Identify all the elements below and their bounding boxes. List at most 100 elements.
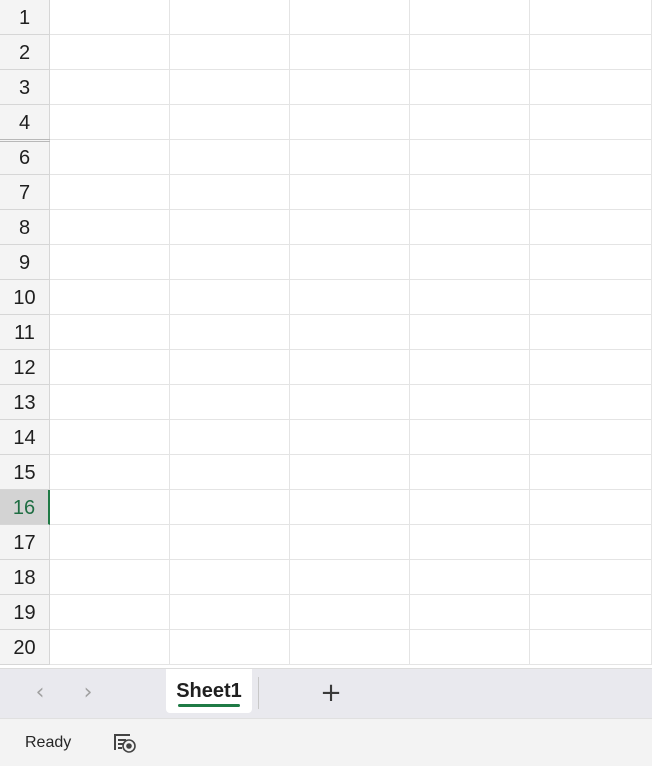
grid-cell[interactable]: [170, 350, 290, 385]
grid-cell[interactable]: [50, 105, 170, 140]
row-header[interactable]: 4: [0, 105, 50, 140]
grid-cell[interactable]: [530, 280, 652, 315]
grid-cell[interactable]: [290, 175, 410, 210]
grid-cell[interactable]: [290, 0, 410, 35]
grid-cell[interactable]: [290, 315, 410, 350]
row-header[interactable]: 1: [0, 0, 50, 35]
row-header[interactable]: 20: [0, 630, 50, 665]
row-header[interactable]: 6: [0, 140, 50, 175]
grid-cell[interactable]: [410, 175, 530, 210]
grid-cell[interactable]: [290, 385, 410, 420]
grid-cell[interactable]: [290, 525, 410, 560]
grid-cell[interactable]: [50, 630, 170, 665]
grid-cell[interactable]: [290, 210, 410, 245]
grid-cell[interactable]: [530, 630, 652, 665]
grid-cell[interactable]: [530, 490, 652, 525]
grid-cell[interactable]: [170, 595, 290, 630]
grid-cell[interactable]: [170, 560, 290, 595]
grid-cell[interactable]: [290, 490, 410, 525]
row-header[interactable]: 15: [0, 455, 50, 490]
grid-cell[interactable]: [170, 35, 290, 70]
grid-cell[interactable]: [530, 140, 652, 175]
grid-cell[interactable]: [290, 35, 410, 70]
grid-cell[interactable]: [290, 595, 410, 630]
accessibility-check-icon[interactable]: [113, 732, 137, 754]
grid-cell[interactable]: [170, 385, 290, 420]
sheet-tab-sheet1[interactable]: Sheet1: [166, 669, 252, 713]
grid-cell[interactable]: [50, 350, 170, 385]
grid-cell[interactable]: [170, 280, 290, 315]
row-header[interactable]: 18: [0, 560, 50, 595]
grid-cell[interactable]: [50, 280, 170, 315]
row-header[interactable]: 19: [0, 595, 50, 630]
row-header[interactable]: 14: [0, 420, 50, 455]
row-header[interactable]: 3: [0, 70, 50, 105]
grid-cell[interactable]: [530, 525, 652, 560]
grid-cell[interactable]: [170, 525, 290, 560]
grid-cell[interactable]: [410, 630, 530, 665]
grid-cell[interactable]: [410, 315, 530, 350]
grid-cell[interactable]: [50, 70, 170, 105]
grid-cell[interactable]: [410, 0, 530, 35]
grid-cell[interactable]: [170, 70, 290, 105]
grid-cell[interactable]: [410, 560, 530, 595]
grid-cell[interactable]: [290, 350, 410, 385]
grid-cell[interactable]: [290, 420, 410, 455]
row-header[interactable]: 16: [0, 490, 50, 525]
grid-cell[interactable]: [530, 70, 652, 105]
grid-cell[interactable]: [530, 0, 652, 35]
grid-cell[interactable]: [50, 315, 170, 350]
grid-cell[interactable]: [50, 175, 170, 210]
grid-cell[interactable]: [530, 455, 652, 490]
row-header[interactable]: 17: [0, 525, 50, 560]
grid-cell[interactable]: [410, 455, 530, 490]
grid-cell[interactable]: [530, 420, 652, 455]
grid-cell[interactable]: [410, 245, 530, 280]
grid-cell[interactable]: [290, 245, 410, 280]
chevron-right-icon[interactable]: ›: [73, 678, 103, 708]
row-header[interactable]: 13: [0, 385, 50, 420]
grid-cell[interactable]: [170, 455, 290, 490]
grid-cell[interactable]: [410, 35, 530, 70]
grid-cell[interactable]: [530, 210, 652, 245]
plus-icon[interactable]: +: [316, 678, 346, 708]
grid-cell[interactable]: [170, 490, 290, 525]
grid-cell[interactable]: [50, 385, 170, 420]
row-header[interactable]: 10: [0, 280, 50, 315]
grid-cell[interactable]: [410, 140, 530, 175]
grid-cell[interactable]: [290, 70, 410, 105]
hidden-row-marker[interactable]: [0, 139, 50, 142]
grid-cell[interactable]: [170, 0, 290, 35]
grid-cell[interactable]: [50, 35, 170, 70]
grid-cell[interactable]: [410, 280, 530, 315]
grid-cell[interactable]: [290, 630, 410, 665]
row-header[interactable]: 9: [0, 245, 50, 280]
grid-cell[interactable]: [50, 140, 170, 175]
grid-cell[interactable]: [410, 350, 530, 385]
grid-cell[interactable]: [410, 385, 530, 420]
grid-cell[interactable]: [170, 105, 290, 140]
grid-cell[interactable]: [50, 490, 170, 525]
grid-cell[interactable]: [290, 140, 410, 175]
grid-cell[interactable]: [410, 490, 530, 525]
grid-cell[interactable]: [50, 210, 170, 245]
grid-cell[interactable]: [170, 420, 290, 455]
grid-cell[interactable]: [50, 595, 170, 630]
grid-cell[interactable]: [170, 175, 290, 210]
grid-cell[interactable]: [50, 245, 170, 280]
grid-cell[interactable]: [170, 210, 290, 245]
grid-cell[interactable]: [410, 210, 530, 245]
grid-cell[interactable]: [410, 595, 530, 630]
grid-cell[interactable]: [50, 420, 170, 455]
grid-cell[interactable]: [530, 595, 652, 630]
row-header[interactable]: 2: [0, 35, 50, 70]
grid-cell[interactable]: [530, 560, 652, 595]
grid-cell[interactable]: [530, 245, 652, 280]
grid-cell[interactable]: [290, 105, 410, 140]
grid-cell[interactable]: [50, 560, 170, 595]
row-header[interactable]: 11: [0, 315, 50, 350]
grid-cell[interactable]: [290, 280, 410, 315]
grid-cell[interactable]: [530, 105, 652, 140]
grid-cell[interactable]: [290, 560, 410, 595]
grid-cell[interactable]: [530, 315, 652, 350]
